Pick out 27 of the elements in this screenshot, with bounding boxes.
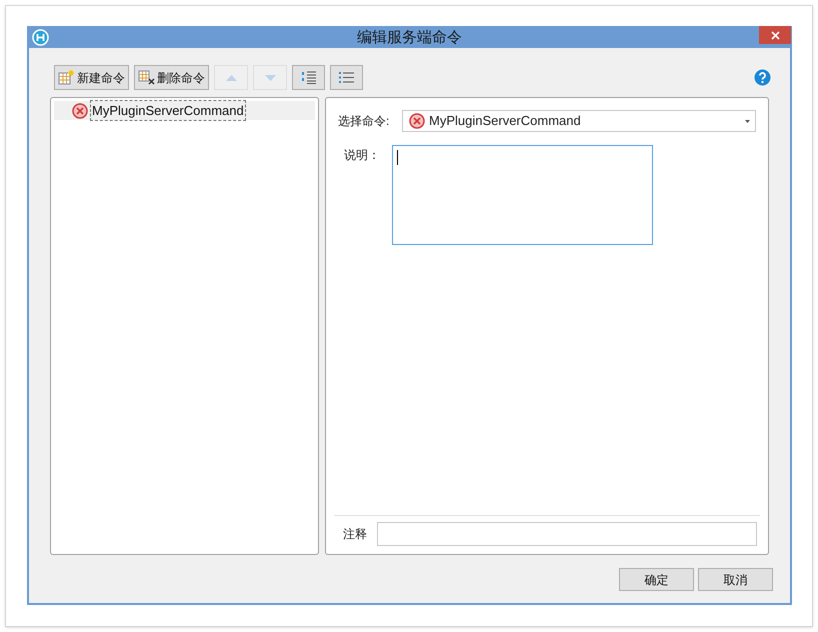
close-icon (770, 30, 780, 40)
app-logo-icon (32, 29, 49, 46)
command-list-item[interactable]: MyPluginServerCommand (54, 101, 315, 120)
error-icon (409, 113, 425, 129)
new-table-icon (58, 70, 75, 85)
field-label: 说明： (343, 147, 381, 164)
close-button[interactable] (759, 26, 791, 44)
description-field[interactable] (392, 145, 653, 245)
dropdown-arrow-icon (745, 120, 750, 122)
delete-command-button[interactable]: 删除命令 (134, 65, 209, 90)
command-dropdown[interactable]: MyPluginServerCommand (402, 110, 756, 132)
field-label: 选择命令: (337, 113, 390, 130)
bullet-list-icon (339, 72, 354, 83)
down-arrow-icon (264, 74, 276, 80)
new-command-button[interactable]: 新建命令 (54, 65, 129, 90)
error-icon (72, 102, 88, 118)
window-title: 编辑服务端命令 (357, 28, 462, 48)
delete-table-icon (138, 70, 155, 85)
ok-button[interactable]: 确定 (619, 568, 694, 591)
help-icon[interactable] (754, 69, 771, 86)
comment-field[interactable] (377, 522, 757, 546)
up-arrow-icon (226, 74, 236, 80)
indent-list-icon (302, 71, 316, 84)
outdent-button[interactable] (330, 65, 363, 90)
indent-button[interactable] (292, 65, 325, 90)
field-label: 注释 (342, 526, 368, 542)
cancel-button[interactable]: 取消 (698, 568, 773, 591)
